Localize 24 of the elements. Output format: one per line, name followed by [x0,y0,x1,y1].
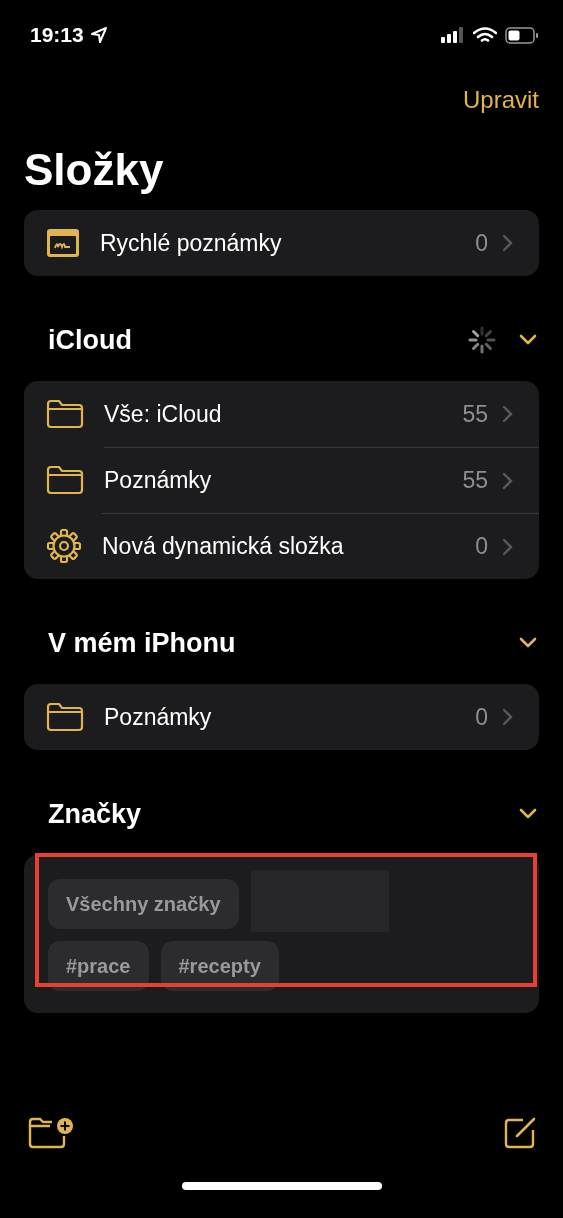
folder-name: Poznámky [104,467,213,494]
note-count: 0 [475,229,488,257]
folder-row[interactable]: Nová dynamická složka 0 [24,513,539,579]
section-title: V mém iPhonu [48,627,237,660]
folder-row[interactable]: Poznámky 0 [24,684,539,750]
tag-chip[interactable]: #prace [48,941,149,991]
folder-name: Poznámky [104,703,213,731]
folder-row[interactable]: Vše: iCloud 55 [24,381,539,447]
folder-row[interactable]: Poznámky 55 [24,447,539,513]
status-time: 19:13 [30,23,84,47]
section-title: iCloud [48,324,133,357]
folder-name: Vše: iCloud [104,400,223,428]
note-count: 55 [462,467,488,494]
edit-button[interactable]: Upravit [462,86,539,114]
note-count: 55 [462,400,488,428]
note-count: 0 [475,703,488,731]
folder-row[interactable]: Rychlé poznámky 0 [24,210,539,276]
section-title: Značky [48,798,143,831]
tag-chip[interactable]: #recepty [160,941,279,991]
tag-chip[interactable]: Všechny značky [48,879,239,929]
note-count: 0 [475,533,488,560]
folder-name: Nová dynamická složka [102,533,345,560]
page-title: Složky [23,144,165,196]
folder-name: Rychlé poznámky [100,229,283,257]
